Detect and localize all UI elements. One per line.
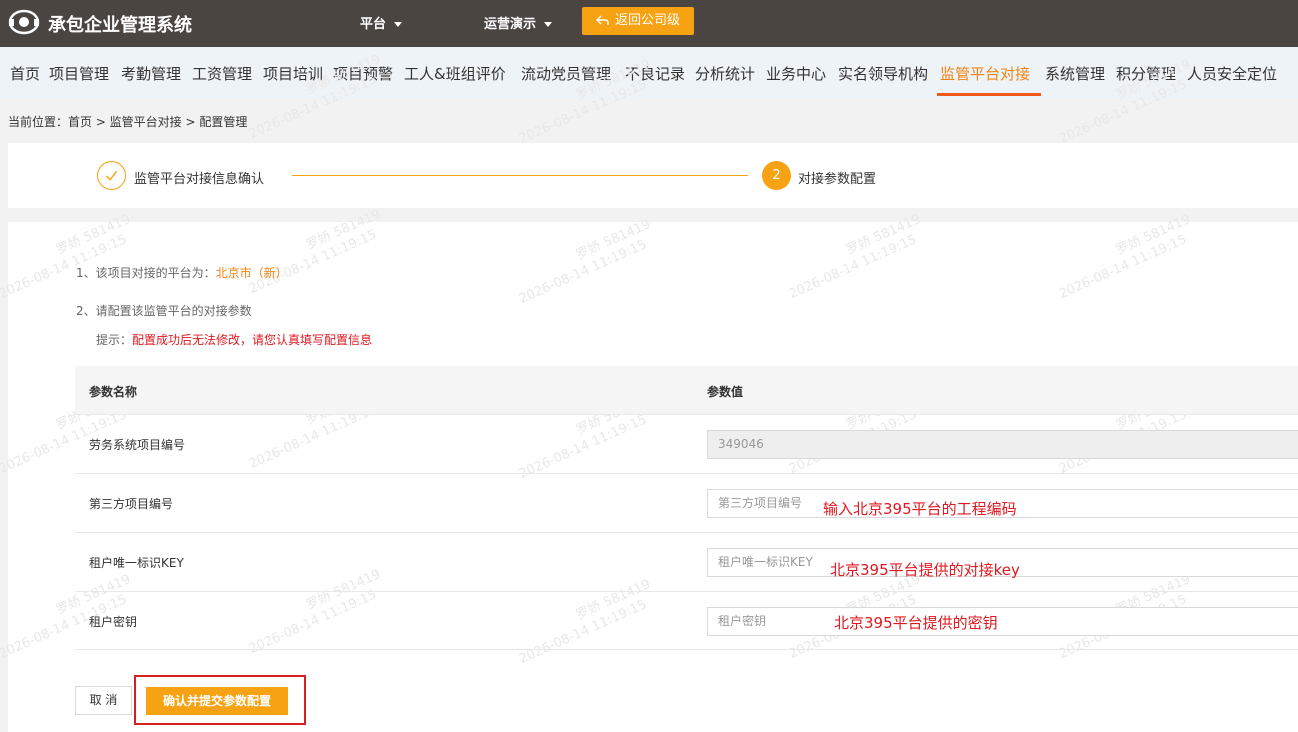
demo-menu[interactable]: 运营演示 (484, 13, 553, 32)
nav-item-party-members[interactable]: 流动党员管理 (521, 63, 611, 84)
return-icon (595, 15, 609, 25)
step-1-label: 监管平台对接信息确认 (134, 172, 265, 187)
active-nav-indicator (937, 93, 1041, 96)
row-divider (75, 649, 1298, 650)
annotation-tenant-key: 北京395平台提供的对接key (830, 561, 1020, 579)
header-param-value: 参数值 (707, 385, 744, 399)
row-divider (75, 532, 1298, 533)
platform-info-label: 1、该项目对接的平台为： (76, 266, 216, 280)
platform-info: 1、该项目对接的平台为：北京市（新） (76, 264, 288, 281)
app-title: 承包企业管理系统 (48, 15, 192, 36)
nav-item-evaluation[interactable]: 工人&班组评价 (404, 63, 506, 84)
tip-warning: 配置成功后无法修改，请您认真填写配置信息 (132, 333, 373, 347)
nav-item-warning[interactable]: 项目预警 (333, 63, 393, 84)
tip-label: 提示： (96, 333, 133, 347)
return-company-button[interactable]: 返回公司级 (582, 7, 694, 35)
nav-item-supervision[interactable]: 监管平台对接 (940, 63, 1030, 84)
chevron-down-icon (544, 22, 553, 27)
config-tip: 提示：配置成功后无法修改，请您认真填写配置信息 (96, 331, 372, 348)
nav-item-points[interactable]: 积分管理 (1116, 63, 1176, 84)
row-divider (75, 591, 1298, 592)
cancel-button[interactable]: 取 消 (75, 686, 132, 715)
tenant-secret-input[interactable]: 租户密钥 (707, 607, 1298, 636)
row-label-project-code: 劳务系统项目编号 (89, 438, 186, 452)
top-bar: 承包企业管理系统 平台 运营演示 返回公司级 (0, 0, 1298, 47)
step-2-label: 对接参数配置 (798, 172, 877, 187)
logo-icon (8, 9, 40, 35)
table-header (75, 366, 1298, 414)
platform-menu-label: 平台 (360, 17, 387, 32)
platform-menu[interactable]: 平台 (360, 13, 403, 32)
nav-item-home[interactable]: 首页 (10, 63, 40, 84)
nav-item-statistics[interactable]: 分析统计 (695, 63, 755, 84)
nav-item-system[interactable]: 系统管理 (1045, 63, 1105, 84)
annotation-third-party-code: 输入北京395平台的工程编码 (823, 500, 1017, 518)
demo-menu-label: 运营演示 (484, 17, 537, 32)
row-label-third-party-code: 第三方项目编号 (89, 497, 174, 511)
chevron-down-icon (394, 22, 403, 27)
row-divider (75, 414, 1298, 415)
nav-item-bad-records[interactable]: 不良记录 (625, 63, 685, 84)
header-param-name: 参数名称 (89, 385, 138, 399)
annotation-tenant-secret: 北京395平台提供的密钥 (834, 614, 998, 632)
row-label-tenant-key: 租户唯一标识KEY (89, 556, 184, 570)
step-2-number: 2 (762, 161, 791, 190)
row-label-tenant-secret: 租户密钥 (89, 615, 138, 629)
platform-name: 北京市（新） (215, 266, 288, 280)
config-instruction: 2、请配置该监管平台的对接参数 (76, 304, 252, 318)
nav-item-safety-location[interactable]: 人员安全定位 (1187, 63, 1277, 84)
nav-item-business[interactable]: 业务中心 (766, 63, 826, 84)
nav-item-attendance[interactable]: 考勤管理 (121, 63, 181, 84)
nav-item-wages[interactable]: 工资管理 (192, 63, 252, 84)
row-divider (75, 473, 1298, 474)
breadcrumb: 当前位置：首页 > 监管平台对接 > 配置管理 (8, 115, 248, 129)
nav-item-training[interactable]: 项目培训 (263, 63, 323, 84)
check-icon (97, 161, 126, 190)
nav-item-projects[interactable]: 项目管理 (49, 63, 109, 84)
step-connector (292, 175, 748, 176)
project-code-field: 349046 (707, 430, 1298, 459)
nav-item-leadership[interactable]: 实名领导机构 (838, 63, 928, 84)
return-button-label: 返回公司级 (614, 13, 680, 28)
main-nav: 首页 项目管理 考勤管理 工资管理 项目培训 项目预警 工人&班组评价 流动党员… (0, 47, 1298, 98)
config-panel (8, 222, 1298, 732)
highlight-box (134, 675, 306, 725)
